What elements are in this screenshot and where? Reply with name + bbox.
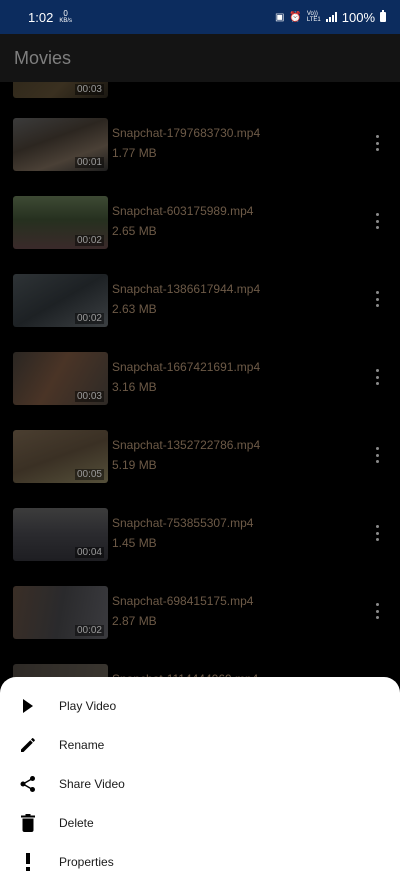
video-thumbnail[interactable]: 00:04 [13, 508, 108, 561]
signal-icon [325, 12, 337, 22]
menu-item-label: Rename [59, 737, 105, 752]
video-name: Snapchat-603175989.mp4 [112, 204, 254, 218]
video-duration: 00:03 [74, 84, 104, 95]
video-thumbnail[interactable]: 00:03 [13, 82, 108, 98]
volte-indicator: Vo)) LTE1 [307, 11, 321, 23]
menu-item-label: Share Video [59, 776, 125, 791]
video-thumbnail[interactable]: 00:03 [13, 352, 108, 405]
share-icon [18, 774, 38, 794]
net-speed-unit: KB/s [59, 18, 72, 24]
status-time: 1:02 [28, 9, 54, 25]
menu-item-delete[interactable]: Delete [0, 803, 400, 842]
video-item[interactable]: 00:03 [0, 82, 400, 123]
video-duration: 00:01 [74, 157, 104, 168]
alarm-icon: ⏰ [289, 11, 302, 23]
video-item[interactable]: 00:02 Snapchat-698415175.mp4 2.87 MB [0, 586, 400, 664]
video-name: Snapchat-1352722786.mp4 [112, 438, 261, 452]
video-duration: 00:03 [74, 391, 104, 402]
video-duration: 00:05 [74, 469, 104, 480]
video-name: Snapchat-698415175.mp4 [112, 594, 254, 608]
menu-item-label: Play Video [59, 698, 117, 713]
video-size: 1.45 MB [112, 536, 157, 550]
battery-icon [380, 10, 386, 22]
more-options-icon[interactable] [371, 601, 383, 621]
page-title: Movies [14, 47, 72, 68]
exclamation-icon [18, 852, 38, 872]
video-thumbnail[interactable]: 00:02 [13, 586, 108, 639]
menu-item-properties[interactable]: Properties [0, 842, 400, 881]
video-item[interactable]: 00:05 Snapchat-1352722786.mp4 5.19 MB [0, 430, 400, 508]
video-thumbnail[interactable]: 00:05 [13, 430, 108, 483]
video-name: Snapchat-1386617944.mp4 [112, 282, 261, 296]
status-right: ▣ ⏰ Vo)) LTE1 100% [275, 10, 386, 25]
video-thumbnail[interactable]: 00:02 [13, 274, 108, 327]
video-size: 2.65 MB [112, 224, 157, 238]
video-thumbnail[interactable]: 00:01 [13, 118, 108, 171]
pencil-icon [18, 735, 38, 755]
sim-icon: ▣ [274, 11, 285, 23]
video-item[interactable]: 00:02 Snapchat-1386617944.mp4 2.63 MB [0, 274, 400, 352]
video-item[interactable]: 00:01 Snapchat-1797683730.mp4 1.77 MB [0, 118, 400, 196]
video-size: 2.63 MB [112, 302, 157, 316]
video-item[interactable]: 00:02 Snapchat-603175989.mp4 2.65 MB [0, 196, 400, 274]
more-options-icon[interactable] [371, 445, 383, 465]
net-speed-value: 0 [63, 9, 68, 18]
video-duration: 00:02 [74, 625, 104, 636]
status-left: 1:02 0 KB/s [28, 10, 72, 25]
video-size: 3.16 MB [112, 380, 157, 394]
more-options-icon[interactable] [371, 523, 383, 543]
menu-item-label: Properties [59, 854, 114, 869]
menu-item-rename[interactable]: Rename [0, 725, 400, 764]
more-options-icon[interactable] [371, 289, 383, 309]
video-size: 2.87 MB [112, 614, 157, 628]
more-options-icon[interactable] [371, 211, 383, 231]
video-thumbnail[interactable]: 00:02 [13, 196, 108, 249]
menu-item-label: Delete [59, 815, 94, 830]
play-icon [18, 696, 38, 716]
video-size: 1.77 MB [112, 146, 157, 160]
video-name: Snapchat-1797683730.mp4 [112, 126, 261, 140]
app-bar: Movies [0, 34, 400, 82]
net-speed-indicator: 0 KB/s [59, 9, 72, 25]
volte-bottom: LTE1 [306, 17, 321, 23]
video-duration: 00:02 [74, 235, 104, 246]
video-item[interactable]: 00:03 Snapchat-1667421691.mp4 3.16 MB [0, 352, 400, 430]
menu-item-play-video[interactable]: Play Video [0, 686, 400, 725]
video-name: Snapchat-1667421691.mp4 [112, 360, 261, 374]
more-options-icon[interactable] [371, 367, 383, 387]
menu-item-share-video[interactable]: Share Video [0, 764, 400, 803]
video-size: 5.19 MB [112, 458, 157, 472]
video-duration: 00:02 [74, 313, 104, 324]
bottom-sheet: Play Video Rename Share Video Delete Pro… [0, 677, 400, 889]
more-options-icon[interactable] [371, 133, 383, 153]
status-bar: 1:02 0 KB/s ▣ ⏰ Vo)) LTE1 100% [0, 0, 400, 34]
trash-icon [18, 813, 38, 833]
video-item[interactable]: 00:04 Snapchat-753855307.mp4 1.45 MB [0, 508, 400, 586]
video-name: Snapchat-753855307.mp4 [112, 516, 254, 530]
battery-percent: 100% [341, 9, 375, 25]
video-duration: 00:04 [74, 547, 104, 558]
